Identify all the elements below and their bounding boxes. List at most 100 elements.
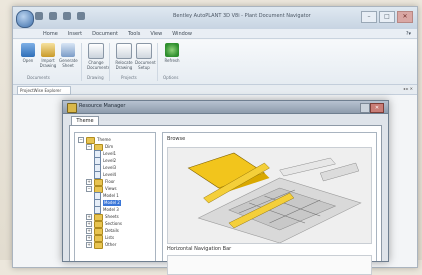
dialog-body: − Theme − Dim Level1 Level2 Level3 Level4 + Floor… — [69, 125, 382, 275]
tree-item-label: Level4 — [103, 172, 117, 177]
ribbon-separator — [157, 43, 158, 81]
tree-expander-icon[interactable]: + — [86, 228, 92, 234]
qa-new-icon[interactable] — [35, 12, 43, 20]
file-icon — [94, 206, 101, 214]
building-model-illustration — [168, 148, 371, 243]
ribbon-change-button[interactable]: Change Documents — [87, 43, 110, 70]
tree-item-label: Dim — [105, 144, 114, 149]
tree-item-label: Level3 — [103, 165, 117, 170]
tree-expander-icon[interactable]: + — [86, 242, 92, 248]
maximize-button[interactable]: □ — [379, 11, 395, 23]
menu-tools[interactable]: Tools — [128, 29, 140, 38]
folder-icon — [94, 234, 103, 242]
ribbon-refresh-button[interactable]: Refresh — [163, 43, 181, 63]
tree-item-label: Views — [105, 186, 117, 191]
document-tab[interactable]: ProjectWise Explorer — [17, 86, 71, 95]
folder-icon — [86, 136, 95, 144]
tree-item-label: Model 2 — [103, 200, 121, 206]
refresh-icon — [165, 43, 179, 57]
open-icon — [21, 43, 35, 57]
minimize-button[interactable]: – — [361, 11, 377, 23]
setup-icon — [136, 43, 152, 59]
horizontal-navigation-label: Horizontal Navigation Bar — [167, 246, 232, 252]
ribbon-group-projects: Projects — [121, 75, 137, 80]
window-controls: – □ ✕ — [361, 11, 413, 23]
dialog-title-bar: Resource Manager ✕ — [63, 101, 388, 114]
tree-expander-icon[interactable]: + — [86, 221, 92, 227]
tree-item[interactable]: + Sheets — [86, 213, 119, 221]
dialog-minimize-button[interactable] — [360, 103, 370, 113]
tree-item[interactable]: − Views — [86, 185, 117, 193]
tree-item-label: Other — [105, 242, 117, 247]
folder-icon — [94, 220, 103, 228]
tree-item[interactable]: + Details — [86, 227, 119, 235]
close-button[interactable]: ✕ — [397, 11, 413, 23]
tree-item[interactable]: + Lists — [86, 234, 115, 242]
resource-manager-dialog: Resource Manager ✕ Theme − Theme − Dim Level… — [62, 100, 389, 275]
qa-save-icon[interactable] — [63, 12, 71, 20]
model-preview-image — [167, 147, 372, 244]
tree-item[interactable]: + Floor — [86, 178, 115, 186]
dialog-app-icon — [67, 103, 77, 113]
ribbon-open-button[interactable]: Open — [19, 43, 37, 63]
tree-item[interactable]: Level4 — [94, 171, 117, 179]
title-bar: Bentley AutoPLANT 3D V8i - Plant Documen… — [13, 7, 417, 30]
import-icon — [41, 43, 55, 57]
ribbon-group-options: Options — [163, 75, 179, 80]
tree-item-label: Theme — [97, 137, 111, 142]
ribbon-setup-button[interactable]: Document Setup — [135, 43, 156, 70]
folder-icon — [94, 241, 103, 249]
tree-expander-icon[interactable]: + — [86, 179, 92, 185]
help-icon[interactable]: ?▾ — [406, 29, 411, 39]
application-menu-button[interactable] — [16, 10, 34, 28]
menu-document[interactable]: Document — [92, 29, 118, 38]
ribbon-group-documents: Documents — [27, 75, 50, 80]
quick-access-toolbar — [35, 12, 85, 20]
tree-item-label: Level2 — [103, 158, 117, 163]
tree-expander-icon[interactable]: + — [86, 214, 92, 220]
qa-undo-icon[interactable] — [77, 12, 85, 20]
ribbon-group-drawing: Drawing — [87, 75, 104, 80]
tree-item[interactable]: + Other — [86, 241, 117, 249]
document-tab-controls[interactable]: ◂ ▸ ✕ — [403, 86, 413, 91]
tree-item[interactable]: − Theme — [78, 136, 111, 144]
ribbon: Open Import Drawing Generate Sheet Chang… — [13, 40, 417, 85]
folder-icon — [94, 213, 103, 221]
tree-item-label: Floor — [105, 179, 115, 184]
tree-item[interactable]: Model 3 — [94, 206, 119, 214]
menu-view[interactable]: View — [150, 29, 162, 38]
menu-window[interactable]: Window — [172, 29, 192, 38]
menu-bar: Home Insert Document Tools View Window ?… — [13, 29, 417, 39]
relocate-icon — [116, 43, 132, 59]
ribbon-separator — [109, 43, 110, 81]
ribbon-import-button[interactable]: Import Drawing — [39, 43, 57, 68]
generate-icon — [61, 43, 75, 57]
horizontal-navigation-box[interactable] — [167, 255, 372, 275]
ribbon-separator — [81, 43, 82, 81]
resource-tree[interactable]: − Theme − Dim Level1 Level2 Level3 Level4 + Floor… — [74, 132, 156, 261]
preview-label: Browse — [167, 136, 186, 142]
file-icon — [94, 171, 101, 179]
preview-panel: Browse Horizontal Navigation Bar — [162, 132, 377, 275]
tree-expander-icon[interactable]: − — [86, 144, 92, 150]
qa-open-icon[interactable] — [49, 12, 57, 20]
tree-item-label: Lists — [105, 235, 115, 240]
ribbon-generate-button[interactable]: Generate Sheet — [59, 43, 78, 68]
tree-expander-icon[interactable]: + — [86, 235, 92, 241]
tree-expander-icon[interactable]: − — [86, 186, 92, 192]
tree-expander-icon[interactable]: − — [78, 137, 84, 143]
document-tab-bar: ProjectWise Explorer ◂ ▸ ✕ — [13, 85, 417, 95]
ribbon-relocate-button[interactable]: Relocate Drawing — [115, 43, 133, 70]
tree-item-label: Model 1 — [103, 193, 119, 198]
folder-icon — [94, 227, 103, 235]
menu-insert[interactable]: Insert — [68, 29, 82, 38]
window-title: Bentley AutoPLANT 3D V8i - Plant Documen… — [173, 13, 311, 19]
tree-item-label: Level1 — [103, 151, 117, 156]
tree-item-label: Details — [105, 228, 119, 233]
change-icon — [88, 43, 104, 59]
dialog-close-button[interactable]: ✕ — [370, 103, 384, 113]
menu-home[interactable]: Home — [43, 29, 58, 38]
dialog-title: Resource Manager — [79, 103, 126, 109]
tree-item[interactable]: + Sections — [86, 220, 122, 228]
tree-item-label: Sections — [105, 221, 122, 226]
